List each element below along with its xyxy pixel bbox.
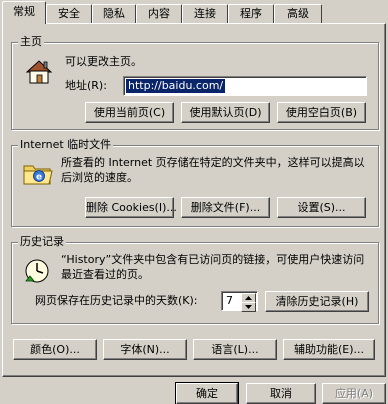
svg-text:e: e bbox=[36, 173, 42, 183]
tab-label: 安全 bbox=[58, 7, 80, 20]
fonts-label: 字体(N)... bbox=[120, 343, 170, 356]
ok-button[interactable]: 确定 bbox=[175, 382, 239, 404]
address-value: http://baidu.com/ bbox=[126, 79, 226, 93]
tab-label: 常规 bbox=[13, 5, 35, 18]
use-blank-label: 使用空白页(B) bbox=[285, 106, 358, 119]
delete-files-label: 删除文件(F)... bbox=[190, 201, 261, 214]
languages-button[interactable]: 语言(L)... bbox=[193, 339, 277, 360]
fonts-button[interactable]: 字体(N)... bbox=[103, 339, 187, 360]
tab-security[interactable]: 安全 bbox=[46, 4, 92, 23]
tab-privacy[interactable]: 隐私 bbox=[92, 4, 136, 23]
use-current-button[interactable]: 使用当前页(C) bbox=[85, 102, 174, 123]
history-description: “History”文件夹中包含有已访问页的链接，可使用户快速访问最近查看过的页。 bbox=[61, 253, 365, 281]
apply-label: 应用(A) bbox=[334, 387, 374, 400]
temp-settings-button[interactable]: 设置(S)... bbox=[277, 197, 366, 218]
tab-label: 程序 bbox=[240, 7, 262, 20]
tab-connections[interactable]: 连接 bbox=[182, 4, 228, 23]
colors-button[interactable]: 颜色(O)... bbox=[13, 339, 97, 360]
ie-folder-icon: e bbox=[23, 165, 53, 185]
tab-label: 高级 bbox=[287, 7, 309, 20]
history-days-value: 7 bbox=[226, 294, 233, 307]
tab-advanced[interactable]: 高级 bbox=[274, 4, 322, 23]
use-current-label: 使用当前页(C) bbox=[93, 106, 166, 119]
accessibility-button[interactable]: 辅助功能(E)... bbox=[283, 339, 375, 360]
homepage-group-title: 主页 bbox=[18, 35, 44, 49]
temp-files-description: 所查看的 Internet 页存储在特定的文件夹中，这样可以提高以后浏览的速度。 bbox=[61, 156, 365, 184]
history-days-label: 网页保存在历史记录中的天数(K): bbox=[35, 294, 198, 307]
cancel-label: 取消 bbox=[270, 387, 292, 400]
use-blank-button[interactable]: 使用空白页(B) bbox=[277, 102, 366, 123]
delete-cookies-label: 删除 Cookies(I)... bbox=[86, 201, 177, 214]
tab-content[interactable]: 内容 bbox=[136, 4, 182, 23]
clear-history-button[interactable]: 清除历史记录(H) bbox=[265, 291, 369, 312]
apply-button: 应用(A) bbox=[322, 383, 386, 404]
tab-programs[interactable]: 程序 bbox=[228, 4, 274, 23]
spin-down-icon bbox=[245, 305, 252, 309]
address-input[interactable]: http://baidu.com/ bbox=[123, 76, 367, 96]
delete-files-button[interactable]: 删除文件(F)... bbox=[181, 197, 270, 218]
accessibility-label: 辅助功能(E)... bbox=[293, 343, 365, 356]
languages-label: 语言(L)... bbox=[211, 343, 259, 356]
delete-cookies-button[interactable]: 删除 Cookies(I)... bbox=[85, 197, 177, 218]
clear-history-label: 清除历史记录(H) bbox=[275, 295, 359, 308]
colors-label: 颜色(O)... bbox=[30, 343, 80, 356]
tab-general[interactable]: 常规 bbox=[2, 1, 46, 24]
address-label: 地址(R): bbox=[65, 79, 107, 92]
days-decrement-button[interactable] bbox=[241, 302, 256, 312]
cancel-button[interactable]: 取消 bbox=[246, 383, 316, 404]
homepage-description: 可以更改主页。 bbox=[65, 55, 142, 68]
tab-label: 内容 bbox=[148, 7, 170, 20]
use-default-button[interactable]: 使用默认页(D) bbox=[181, 102, 270, 123]
tab-label: 隐私 bbox=[103, 7, 125, 20]
house-icon bbox=[25, 60, 53, 84]
ok-label: 确定 bbox=[196, 387, 218, 400]
tab-label: 连接 bbox=[194, 7, 216, 20]
temp-files-group-title: Internet 临时文件 bbox=[18, 138, 114, 152]
history-clock-icon bbox=[25, 259, 49, 283]
history-group-title: 历史记录 bbox=[18, 235, 66, 249]
spin-up-icon bbox=[245, 296, 252, 300]
temp-settings-label: 设置(S)... bbox=[297, 201, 346, 214]
use-default-label: 使用默认页(D) bbox=[189, 106, 262, 119]
